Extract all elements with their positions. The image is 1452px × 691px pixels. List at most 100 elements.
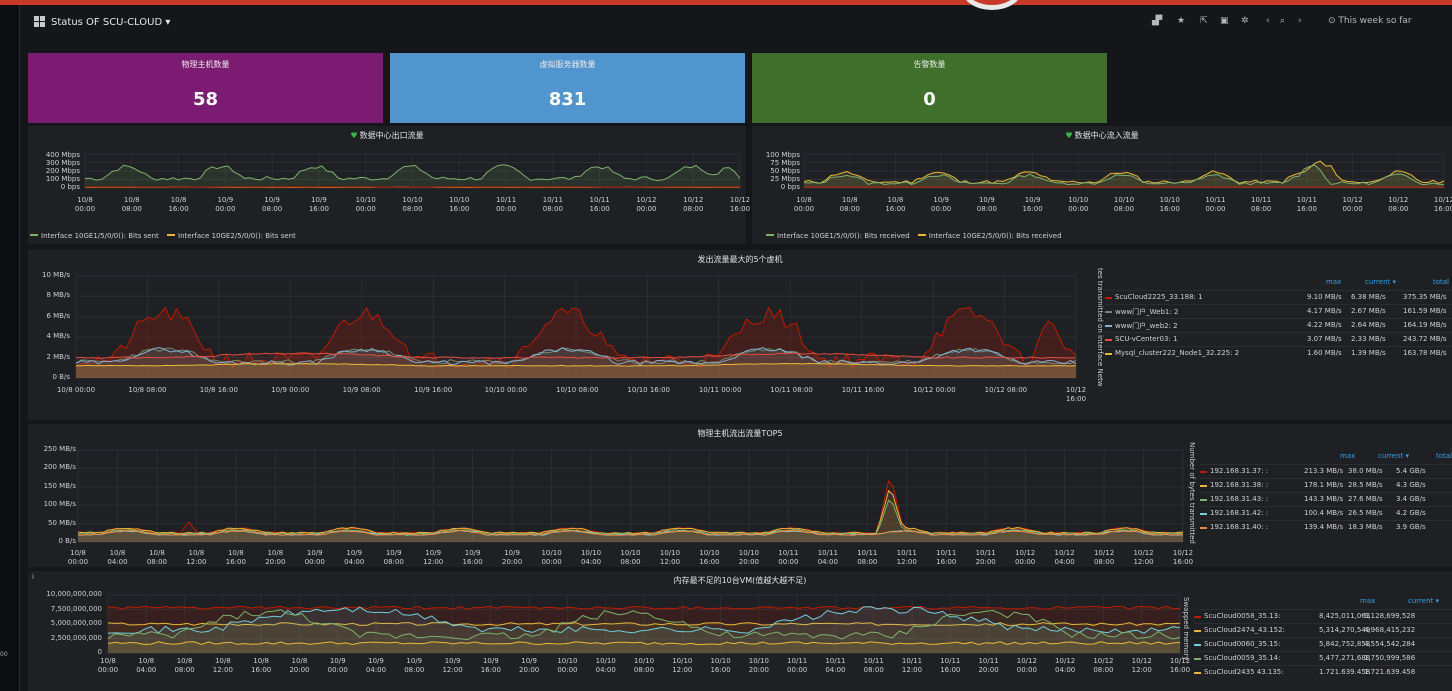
legend-series-name: ScuCloud2225_33.188: 1 bbox=[1115, 293, 1203, 301]
legend-row[interactable]: www门户_web2: 2 4.22 MB/s 2.64 MB/s 164.19 MB… bbox=[1105, 318, 1452, 332]
panel-title[interactable]: 物理主机流出流量TOP5 bbox=[28, 428, 1452, 439]
legend-series-name: 192.168.31.37: : bbox=[1210, 467, 1269, 475]
x-tick-label: 10/11 16:00 bbox=[589, 196, 610, 213]
legend-swatch bbox=[1200, 527, 1207, 529]
stat-value: 0 bbox=[923, 89, 936, 110]
legend-row[interactable]: 192.168.31.43: : 143.3 MB/s 27.6 MB/s 3.4 G… bbox=[1200, 492, 1452, 506]
legend-total-value: 375.35 MB/s bbox=[1403, 293, 1447, 301]
x-tick-label: 10/12 08:00 bbox=[1388, 196, 1409, 213]
graph-add-icon[interactable]: ▟▘ bbox=[1152, 16, 1166, 26]
chevron-right-icon[interactable]: › bbox=[1298, 16, 1302, 26]
column-max[interactable]: max bbox=[1340, 452, 1355, 460]
legend-current-value: 2.67 MB/s bbox=[1351, 307, 1386, 315]
memory-graph[interactable] bbox=[107, 594, 1181, 654]
legend-current-value: 1.721.639.458 bbox=[1364, 668, 1416, 676]
legend-total-value: 3.4 GB/s bbox=[1396, 495, 1426, 503]
column-current[interactable]: current ▾ bbox=[1408, 597, 1439, 605]
dashboard-grid-icon bbox=[34, 16, 45, 27]
y-axis-title: Swapped memory bbox=[1182, 597, 1190, 661]
stat-title: 物理主机数量 bbox=[181, 60, 230, 69]
panel-top5-vm-outbound: 发出流量最大的5个虚机 10 MB/s 8 MB/s 6 MB/s 4 MB/s 2 M… bbox=[28, 250, 1452, 420]
legend-row[interactable]: SCU-vCenter03: 1 3.07 MB/s 2.33 MB/s 243.72… bbox=[1105, 332, 1452, 346]
column-current[interactable]: current ▾ bbox=[1365, 278, 1396, 286]
column-total[interactable]: total bbox=[1433, 278, 1449, 286]
x-tick-label: 10/10 16:00 bbox=[710, 657, 731, 674]
x-tick-label: 10/8 00:00 bbox=[67, 549, 89, 566]
x-tick-label: 10/8 00:00 bbox=[97, 657, 119, 674]
x-tick-label: 10/8 00:00 bbox=[793, 196, 815, 213]
x-tick-label: 10/11 04:00 bbox=[825, 657, 846, 674]
legend-row[interactable]: 192.168.31.37: : 213.3 MB/s 38.0 MB/s 5.4 G… bbox=[1200, 464, 1452, 478]
y-axis-title: Number of bytes transmitted bbox=[1188, 442, 1196, 544]
share-icon[interactable]: ⇱ bbox=[1200, 16, 1208, 26]
x-tick-label: 10/11 12:00 bbox=[901, 657, 923, 674]
chevron-left-icon[interactable]: ‹ bbox=[1266, 16, 1270, 26]
legend-row[interactable]: ScuCloud0060_35.15: 5,842,752,853 4,554,54… bbox=[1194, 637, 1452, 651]
legend-row[interactable]: www门户_Web1: 2 4.17 MB/s 2.67 MB/s 161.59 MB… bbox=[1105, 304, 1452, 318]
column-total[interactable]: total bbox=[1436, 452, 1452, 460]
x-tick-label: 10/11 20:00 bbox=[978, 657, 999, 674]
panel-title[interactable]: ♥ 数据中心流入流量 bbox=[752, 130, 1452, 141]
stat-value: 58 bbox=[192, 89, 219, 110]
star-icon[interactable]: ★ bbox=[1177, 16, 1185, 26]
x-tick-label: 10/12 12:00 bbox=[1131, 657, 1152, 674]
panel-title[interactable]: 内存最不足的10台VM(值越大越不足) bbox=[28, 575, 1452, 586]
save-icon[interactable]: ▣ bbox=[1220, 16, 1229, 26]
legend-row[interactable]: Mysql_cluster222_Node1_32.225: 2 1.60 MB/… bbox=[1105, 346, 1452, 360]
time-range-picker[interactable]: ⊙ This week so far bbox=[1328, 16, 1412, 26]
column-max[interactable]: max bbox=[1326, 278, 1341, 286]
x-tick-label: 10/9 08:00 bbox=[342, 386, 381, 394]
outbound-graph[interactable] bbox=[84, 153, 741, 189]
zoom-out-icon[interactable]: ⌕ bbox=[1280, 16, 1285, 26]
graph-legend: Interface 10GE1/5/0/0(): Bits received I… bbox=[766, 232, 1062, 240]
x-tick-label: 10/9 00:00 bbox=[271, 386, 310, 394]
x-tick-label: 10/11 04:00 bbox=[817, 549, 838, 566]
legend-row[interactable]: 192.168.31.42: : 100.4 MB/s 26.5 MB/s 4.2 G… bbox=[1200, 506, 1452, 520]
y-tick-label: 300 Mbps bbox=[45, 159, 80, 167]
legend-row[interactable]: 192.168.31.40: : 139.4 MB/s 18.3 MB/s 3.9 G… bbox=[1200, 520, 1452, 534]
gear-icon[interactable]: ✲ bbox=[1241, 16, 1249, 26]
x-tick-label: 10/10 20:00 bbox=[738, 549, 759, 566]
legend-total-value: 4.3 GB/s bbox=[1396, 481, 1426, 489]
x-tick-label: 10/11 16:00 bbox=[940, 657, 961, 674]
y-tick-label: 250 MB/s bbox=[43, 445, 76, 453]
legend-item[interactable]: Interface 10GE1/5/0/0(): Bits sent bbox=[30, 232, 159, 240]
x-tick-label: 10/11 08:00 bbox=[542, 196, 563, 213]
legend-max-value: 5,842,752,853 bbox=[1319, 640, 1371, 648]
legend-total-value: 161.59 MB/s bbox=[1403, 307, 1447, 315]
column-current[interactable]: current ▾ bbox=[1378, 452, 1409, 460]
legend-row[interactable]: ScuCloud0058_35.13: 8,425,011,063 6,128,69… bbox=[1194, 609, 1452, 623]
legend-item[interactable]: Interface 10GE2/5/0/0(): Bits received bbox=[917, 232, 1062, 240]
legend-swatch bbox=[1105, 297, 1112, 299]
panel-title[interactable]: ♥ 数据中心出口流量 bbox=[28, 130, 746, 141]
legend-swatch bbox=[1105, 325, 1112, 327]
column-max[interactable]: max bbox=[1360, 597, 1375, 605]
panel-title[interactable]: 发出流量最大的5个虚机 bbox=[28, 254, 1452, 265]
host-outbound-graph[interactable] bbox=[77, 449, 1184, 543]
legend-row[interactable]: ScuCloud2474_43.152: 5,314,270,549 4,968,4… bbox=[1194, 623, 1452, 637]
legend-item[interactable]: Interface 10GE1/5/0/0(): Bits received bbox=[766, 232, 910, 240]
vm-outbound-graph[interactable] bbox=[75, 275, 1077, 379]
legend-item[interactable]: Interface 10GE2/5/0/0(): Bits sent bbox=[167, 232, 296, 240]
legend-current-value: 6.38 MB/s bbox=[1351, 293, 1386, 301]
x-tick-label: 10/9 16:00 bbox=[308, 196, 330, 213]
legend-current-value: 4,968,415,232 bbox=[1364, 626, 1416, 634]
legend-table: max current ▾ total 192.168.31.37: : 213.… bbox=[1200, 450, 1452, 550]
legend-series-name: 192.168.31.42: : bbox=[1210, 509, 1269, 517]
stat-value: 831 bbox=[548, 89, 587, 110]
legend-total-value: 243.72 MB/s bbox=[1403, 335, 1447, 343]
y-tick-label: 0 B/s bbox=[58, 537, 77, 545]
dashboard-title[interactable]: Status OF SCU-CLOUD ▾ bbox=[34, 16, 170, 28]
x-tick-label: 10/12 00:00 bbox=[1016, 657, 1037, 674]
legend-row[interactable]: ScuCloud2225_33.188: 1 9.10 MB/s 6.38 MB/s… bbox=[1105, 290, 1452, 304]
legend-row[interactable]: ScuCloud2435 43.135: 1.721.639.458 1.721.6… bbox=[1194, 665, 1452, 679]
y-tick-label: 5,000,000,000 bbox=[50, 619, 102, 627]
x-tick-label: 10/10 00:00 bbox=[541, 549, 562, 566]
inbound-graph[interactable] bbox=[803, 153, 1445, 189]
legend-row[interactable]: ScuCloud0059_35.14: 5,477,271,688 1,750,99… bbox=[1194, 651, 1452, 665]
legend-table: max current ▾ total ScuCloud2225_33.188:… bbox=[1105, 276, 1452, 376]
y-tick-label: 0 bps bbox=[60, 183, 80, 191]
legend-series-name: Mysql_cluster222_Node1_32.225: 2 bbox=[1115, 349, 1240, 357]
legend-row[interactable]: 192.168.31.38: : 178.1 MB/s 28.5 MB/s 4.3 G… bbox=[1200, 478, 1452, 492]
legend-swatch bbox=[1200, 513, 1207, 515]
